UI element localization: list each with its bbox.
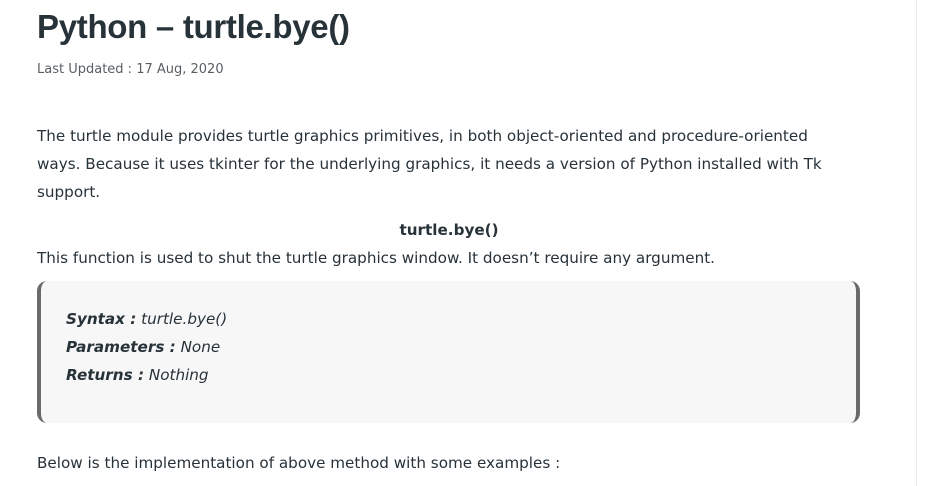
syntax-block: Syntax : turtle.bye() Parameters : None … [37, 281, 860, 423]
parameters-value: None [180, 338, 221, 356]
description-paragraph: This function is used to shut the turtle… [37, 249, 715, 267]
syntax-row: Syntax : turtle.bye() [66, 305, 831, 333]
syntax-value: turtle.bye() [141, 310, 228, 328]
page-edge-divider [916, 0, 917, 486]
syntax-label: Syntax : [66, 310, 137, 328]
returns-row: Returns : Nothing [66, 361, 831, 389]
last-updated-date: Last Updated : 17 Aug, 2020 [37, 62, 224, 77]
returns-label: Returns : [66, 366, 145, 384]
intro-paragraph: The turtle module provides turtle graphi… [37, 127, 822, 201]
returns-value: Nothing [148, 366, 209, 384]
parameters-label: Parameters : [66, 338, 176, 356]
article-title: Python – turtle.bye() [37, 8, 350, 45]
method-heading: turtle.bye() [399, 221, 499, 239]
examples-intro: Below is the implementation of above met… [37, 454, 561, 472]
parameters-row: Parameters : None [66, 333, 831, 361]
